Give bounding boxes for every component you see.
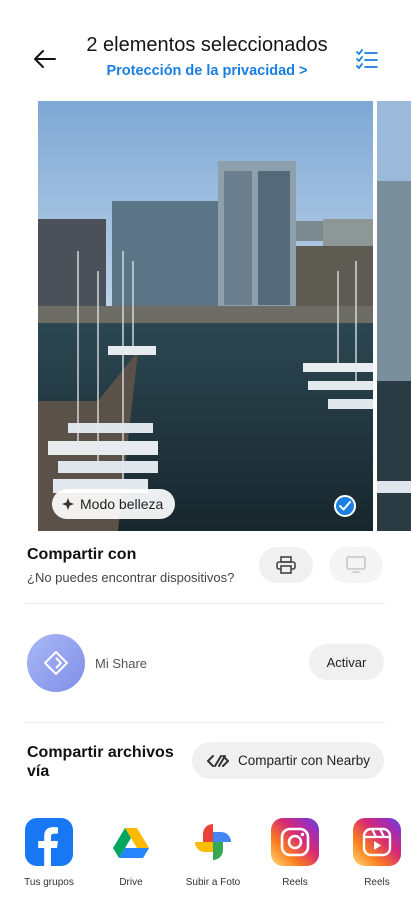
screen-cast-button[interactable] — [329, 547, 383, 583]
selected-photo[interactable] — [38, 101, 373, 531]
select-all-button[interactable] — [352, 44, 382, 74]
app-label: Reels — [364, 877, 390, 888]
app-instagram[interactable]: Reels — [255, 818, 335, 888]
instagram-icon — [271, 818, 319, 866]
app-photos[interactable]: Subir a Foto — [173, 818, 253, 888]
printer-icon — [276, 556, 296, 574]
beauty-mode-chip[interactable]: Modo belleza — [52, 489, 176, 519]
printer-button[interactable] — [259, 547, 313, 583]
divider — [25, 603, 385, 604]
app-drive[interactable]: Drive — [91, 818, 171, 888]
second-photo[interactable] — [377, 101, 411, 531]
facebook-icon — [25, 818, 73, 866]
nearby-label: Compartir con Nearby — [237, 753, 371, 768]
app-label: Subir a Foto — [185, 877, 241, 888]
instagram-reels-icon — [353, 818, 401, 866]
divider — [25, 722, 385, 723]
mi-share-label: Mi Share — [95, 656, 148, 671]
activate-button[interactable]: Activar — [309, 644, 384, 680]
selected-check-icon[interactable] — [334, 495, 356, 517]
no-devices-link[interactable]: ¿No puedes encontrar dispositivos? — [27, 570, 234, 585]
checklist-icon — [356, 49, 378, 69]
photos-icon — [189, 818, 237, 866]
app-instagram-reels[interactable]: Reels — [337, 818, 411, 888]
page-title: 2 elementos seleccionados — [86, 34, 328, 56]
harbor-photo-2 — [377, 101, 411, 531]
nearby-icon — [206, 754, 229, 767]
screen-icon — [346, 556, 366, 573]
arrow-left-icon — [34, 50, 56, 68]
share-with-title: Compartir con — [27, 546, 137, 563]
share-files-title: Compartir archivos vía — [27, 744, 174, 780]
privacy-link[interactable]: Protección de la privacidad > — [72, 63, 342, 79]
app-label: Drive — [119, 877, 143, 888]
app-label: Tus grupos — [24, 877, 74, 888]
checkmark-icon — [339, 501, 351, 511]
harbor-photo — [38, 101, 373, 531]
app-label: Reels — [282, 877, 308, 888]
nearby-share-button[interactable]: Compartir con Nearby — [192, 742, 384, 779]
mi-share-icon — [27, 634, 85, 692]
beauty-chip-label: Modo belleza — [80, 496, 164, 512]
back-button[interactable] — [30, 44, 60, 74]
diamond-icon — [44, 651, 68, 675]
app-facebook[interactable]: Tus grupos — [9, 818, 89, 888]
drive-icon — [107, 818, 155, 866]
sparkle-icon — [62, 498, 74, 510]
